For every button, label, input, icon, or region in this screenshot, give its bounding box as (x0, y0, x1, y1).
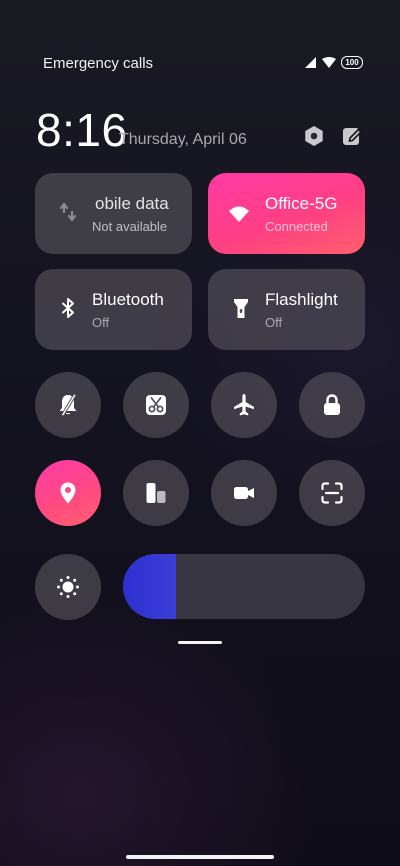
bluetooth-icon (62, 298, 74, 318)
scanner-toggle[interactable] (299, 460, 365, 526)
bluetooth-tile[interactable]: Bluetooth Off (35, 269, 192, 350)
settings-icon (305, 126, 323, 146)
bluetooth-subtitle: Off (92, 315, 110, 330)
battery-icon: 100 (341, 56, 363, 69)
lock-icon (324, 394, 340, 415)
wifi-subtitle: Connected (265, 219, 328, 234)
wifi-title: Office-5G (265, 194, 338, 213)
mobile-data-icon (59, 202, 77, 222)
wifi-tile[interactable]: Office-5G Connected (208, 173, 365, 254)
airplane-mode-toggle[interactable] (211, 372, 277, 438)
wifi-icon (322, 57, 336, 68)
settings-button[interactable] (302, 124, 326, 148)
brightness-button[interactable] (35, 554, 101, 620)
location-icon (60, 482, 76, 504)
brightness-slider[interactable] (123, 554, 365, 619)
mobile-data-tile[interactable]: obile data Not available (35, 173, 192, 254)
scanner-icon (321, 482, 343, 504)
date-text: Thursday, April 06 (119, 131, 247, 148)
screenshot-toggle[interactable] (123, 372, 189, 438)
clock-time: 8:16 (36, 104, 128, 156)
location-toggle[interactable] (35, 460, 101, 526)
brightness-slider-fill (123, 554, 177, 619)
screen-recorder-toggle[interactable] (211, 460, 277, 526)
edit-icon (343, 128, 363, 145)
screenshot-scissors-icon (146, 395, 166, 415)
status-icons: 100 (305, 56, 363, 69)
airplane-icon (234, 394, 254, 416)
mobile-data-title: obile data (95, 194, 169, 213)
mute-toggle[interactable] (35, 372, 101, 438)
brightness-icon (57, 576, 79, 598)
signal-icon (305, 57, 316, 68)
home-indicator[interactable] (126, 855, 274, 859)
wifi-icon (229, 206, 249, 222)
flashlight-tile[interactable]: Flashlight Off (208, 269, 365, 350)
screen-record-icon (234, 487, 254, 499)
status-bar: Emergency calls 100 (0, 52, 400, 76)
lock-screen-toggle[interactable] (299, 372, 365, 438)
mobile-data-subtitle: Not available (92, 219, 168, 234)
edit-button[interactable] (340, 124, 364, 148)
carrier-text: Emergency calls (43, 55, 154, 72)
floating-window-toggle[interactable] (123, 460, 189, 526)
bluetooth-title: Bluetooth (92, 290, 164, 309)
bell-mute-icon (59, 393, 77, 417)
flashlight-title: Flashlight (265, 290, 338, 309)
flashlight-subtitle: Off (265, 315, 283, 330)
flashlight-icon (234, 299, 248, 318)
panel-drag-handle[interactable] (178, 641, 222, 644)
floating-window-icon (146, 483, 166, 503)
